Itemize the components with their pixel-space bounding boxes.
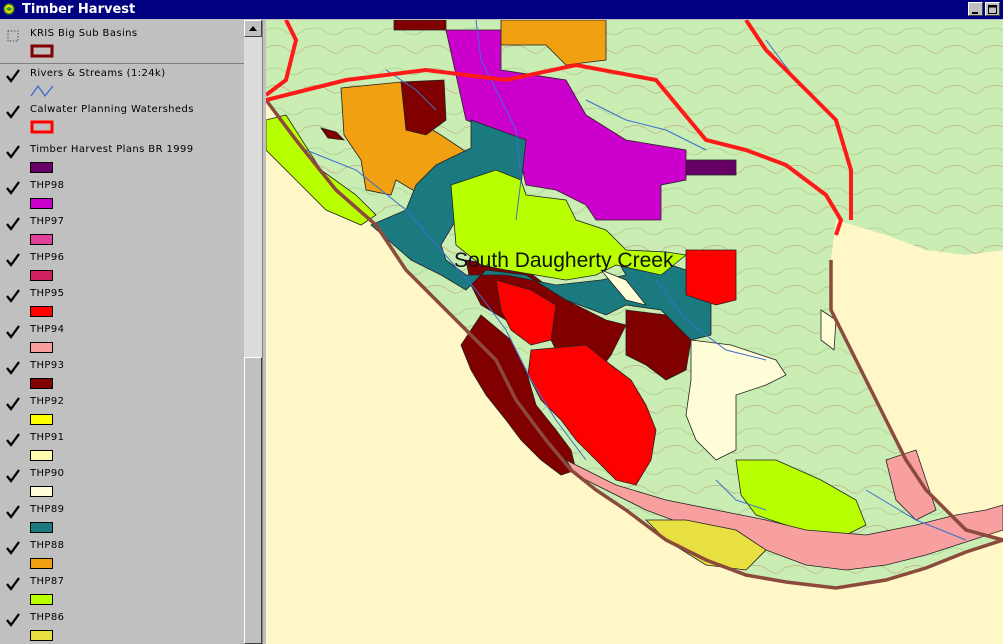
layer-name: THP94: [30, 324, 65, 335]
checkbox-checked-icon[interactable]: [6, 325, 20, 339]
layer-name: THP88: [30, 540, 65, 551]
toc-layer-item[interactable]: Calwater Planning Watersheds: [0, 103, 245, 137]
toc-layer-item[interactable]: THP94: [0, 323, 245, 357]
toc-layer-item[interactable]: THP91: [0, 431, 245, 465]
layer-name: THP97: [30, 216, 65, 227]
layer-symbol-patch: [30, 594, 53, 605]
toc-scrollbar[interactable]: [244, 20, 262, 644]
checkbox-checked-icon[interactable]: [6, 69, 20, 83]
table-of-contents: KRIS Big Sub Basins Rivers & Streams (1:2…: [0, 20, 262, 644]
minimize-icon: [972, 12, 978, 14]
scroll-thumb[interactable]: [244, 357, 262, 644]
checkbox-checked-icon[interactable]: [6, 217, 20, 231]
toc-layer-item[interactable]: THP86: [0, 611, 245, 644]
toc-layer-item[interactable]: THP90: [0, 467, 245, 501]
layer-name: THP91: [30, 432, 65, 443]
layer-symbol-patch: [30, 270, 53, 281]
thp-br99-polygon: [685, 159, 737, 176]
maximize-button[interactable]: [985, 2, 1000, 16]
layer-symbol-patch: [30, 522, 53, 533]
toc-layer-item[interactable]: THP92: [0, 395, 245, 429]
toc-layer-item[interactable]: THP98: [0, 179, 245, 213]
checkbox-unchecked-icon[interactable]: [6, 29, 20, 43]
toc-layer-item[interactable]: Timber Harvest Plans BR 1999: [0, 143, 245, 177]
toc-layer-item[interactable]: THP96: [0, 251, 245, 285]
layer-name: THP95: [30, 288, 65, 299]
layer-symbol-patch: [30, 486, 53, 497]
layer-name: THP92: [30, 396, 65, 407]
scroll-up-button[interactable]: [244, 20, 262, 37]
checkbox-checked-icon[interactable]: [6, 253, 20, 267]
toc-layer-item[interactable]: THP95: [0, 287, 245, 321]
toc-layer-item[interactable]: THP89: [0, 503, 245, 537]
layer-name: KRIS Big Sub Basins: [30, 28, 138, 39]
layer-name: Calwater Planning Watersheds: [30, 104, 194, 115]
layer-symbol-line-icon: [30, 84, 54, 98]
checkbox-checked-icon[interactable]: [6, 181, 20, 195]
layer-symbol-patch: [30, 198, 53, 209]
checkbox-checked-icon[interactable]: [6, 433, 20, 447]
checkbox-checked-icon[interactable]: [6, 397, 20, 411]
layer-name: Rivers & Streams (1:24k): [30, 68, 166, 79]
layer-name: THP89: [30, 504, 65, 515]
toc-layer-item[interactable]: KRIS Big Sub Basins: [0, 27, 245, 61]
minimize-button[interactable]: [968, 2, 983, 16]
layer-name: THP90: [30, 468, 65, 479]
layer-symbol-patch: [30, 450, 53, 461]
checkbox-checked-icon[interactable]: [6, 145, 20, 159]
layer-name: Timber Harvest Plans BR 1999: [30, 144, 194, 155]
toc-layer-item[interactable]: THP97: [0, 215, 245, 249]
toc-layer-item[interactable]: THP88: [0, 539, 245, 573]
layer-symbol-patch: [30, 378, 53, 389]
thp95-polygon-right: [685, 249, 737, 306]
toc-layer-item[interactable]: THP93: [0, 359, 245, 393]
checkbox-checked-icon[interactable]: [6, 289, 20, 303]
layer-name: THP96: [30, 252, 65, 263]
thp93-polygon-far-top: [393, 20, 447, 31]
layer-name: THP98: [30, 180, 65, 191]
timber-harvest-window: Timber Harvest KRIS Big Sub Basins Rivers…: [0, 0, 1003, 644]
maximize-icon: [988, 5, 997, 14]
checkbox-checked-icon[interactable]: [6, 105, 20, 119]
layer-name: THP86: [30, 612, 65, 623]
checkbox-checked-icon[interactable]: [6, 541, 20, 555]
layer-name: THP93: [30, 360, 65, 371]
layer-symbol-patch: [30, 630, 53, 641]
layer-symbol-patch: [30, 414, 53, 425]
basin-label: South Daugherty Creek: [454, 249, 674, 272]
toc-layer-item[interactable]: Rivers & Streams (1:24k): [0, 67, 245, 101]
checkbox-checked-icon[interactable]: [6, 613, 20, 627]
layer-symbol-patch: [30, 342, 53, 353]
layer-symbol-patch: [30, 306, 53, 317]
checkbox-checked-icon[interactable]: [6, 361, 20, 375]
layer-symbol-patch: [30, 162, 53, 173]
layer-symbol-patch: [30, 234, 53, 245]
layer-symbol-outline-icon: [30, 44, 54, 58]
checkbox-checked-icon[interactable]: [6, 469, 20, 483]
layer-symbol-outline-icon: [30, 120, 54, 134]
checkbox-checked-icon[interactable]: [6, 505, 20, 519]
window-title: Timber Harvest: [22, 2, 136, 17]
arrow-up-icon: [249, 26, 257, 31]
toc-layer-item[interactable]: THP87: [0, 575, 245, 609]
arcview-view-icon: [3, 3, 15, 15]
layer-symbol-patch: [30, 558, 53, 569]
checkbox-checked-icon[interactable]: [6, 577, 20, 591]
layer-divider: [0, 63, 245, 64]
title-bar[interactable]: Timber Harvest: [0, 0, 1003, 19]
layer-name: THP87: [30, 576, 65, 587]
map-display[interactable]: South Daugherty Creek: [266, 20, 1003, 644]
